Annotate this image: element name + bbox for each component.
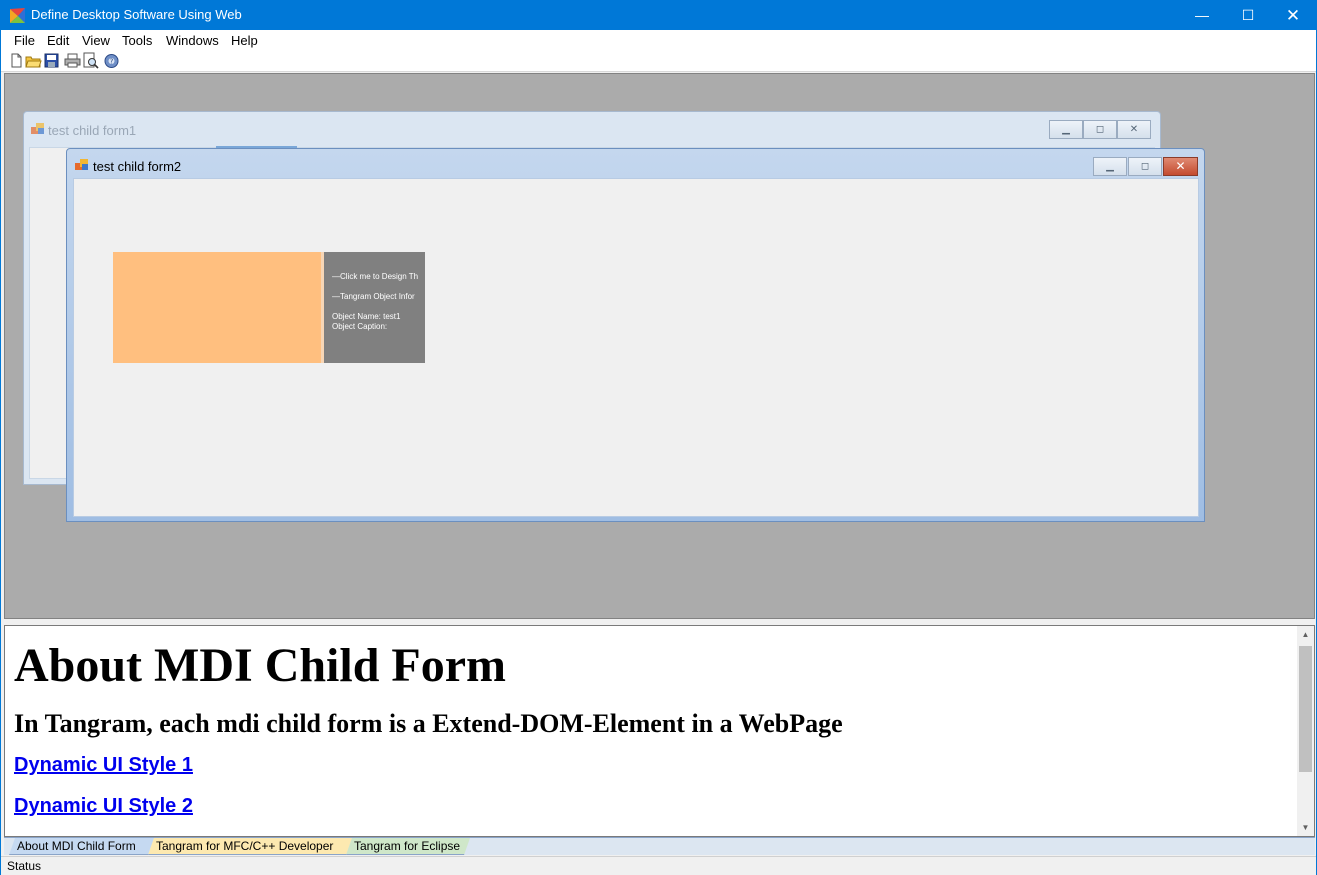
child-form-2[interactable]: test child form2 ▁ ◻ ✕ —Click me to Desi… bbox=[66, 148, 1205, 522]
web-view[interactable]: About MDI Child Form In Tangram, each md… bbox=[4, 625, 1315, 837]
scroll-up-icon[interactable]: ▲ bbox=[1297, 626, 1314, 643]
object-info-text: —Tangram Object Infor bbox=[332, 292, 415, 301]
child-form-1-close-button[interactable]: ✕ bbox=[1117, 120, 1151, 139]
object-info-panel[interactable]: —Click me to Design Th —Tangram Object I… bbox=[324, 252, 425, 363]
scroll-thumb[interactable] bbox=[1299, 646, 1312, 772]
menu-windows[interactable]: Windows bbox=[166, 33, 219, 48]
minimize-button[interactable]: — bbox=[1179, 1, 1225, 30]
scroll-down-icon[interactable]: ▼ bbox=[1297, 819, 1314, 836]
child-form-1-minimize-button[interactable]: ▁ bbox=[1049, 120, 1083, 139]
tab-tangram-eclipse[interactable]: Tangram for Eclipse bbox=[346, 838, 470, 855]
menu-edit[interactable]: Edit bbox=[47, 33, 69, 48]
orange-panel[interactable] bbox=[113, 252, 321, 363]
maximize-button[interactable]: ☐ bbox=[1225, 1, 1271, 30]
design-hint-text[interactable]: —Click me to Design Th bbox=[332, 272, 418, 281]
vertical-scrollbar[interactable]: ▲ ▼ bbox=[1297, 626, 1314, 836]
child-form-1-controls: ▁ ◻ ✕ bbox=[1049, 120, 1153, 139]
main-window: Define Desktop Software Using Web — ☐ ✕ … bbox=[0, 0, 1317, 875]
page-heading: About MDI Child Form bbox=[14, 639, 507, 692]
child-form-2-close-button[interactable]: ✕ bbox=[1163, 157, 1198, 176]
object-name-text: Object Name: test1 bbox=[332, 312, 401, 321]
status-text: Status bbox=[7, 859, 42, 873]
app-logo-icon bbox=[9, 7, 26, 24]
child-form-2-restore-button[interactable]: ◻ bbox=[1128, 157, 1162, 176]
form-icon bbox=[75, 159, 89, 171]
svg-text:?: ? bbox=[110, 58, 114, 66]
menu-help[interactable]: Help bbox=[231, 33, 258, 48]
mdi-client-area[interactable]: test child form1 ▁ ◻ ✕ test child form2 … bbox=[4, 73, 1315, 619]
menu-bar: File Edit View Tools Windows Help bbox=[1, 30, 1316, 51]
print-icon[interactable] bbox=[64, 52, 81, 69]
menu-file[interactable]: File bbox=[14, 33, 35, 48]
status-bar: Status bbox=[1, 856, 1316, 875]
tab-about-mdi-child-form[interactable]: About MDI Child Form bbox=[9, 838, 154, 855]
toolbar: ? bbox=[1, 51, 1316, 72]
child-form-1-restore-button[interactable]: ◻ bbox=[1083, 120, 1117, 139]
close-button[interactable]: ✕ bbox=[1270, 1, 1316, 30]
page-tab-bar: About MDI Child Form Tangram for MFC/C++… bbox=[4, 837, 1315, 855]
save-icon[interactable] bbox=[43, 52, 60, 69]
child-form-2-minimize-button[interactable]: ▁ bbox=[1093, 157, 1127, 176]
form-icon bbox=[31, 123, 45, 135]
print-preview-icon[interactable] bbox=[82, 52, 99, 69]
menu-tools[interactable]: Tools bbox=[122, 33, 152, 48]
object-caption-text: Object Caption: bbox=[332, 322, 388, 331]
menu-view[interactable]: View bbox=[82, 33, 110, 48]
tab-tangram-mfc[interactable]: Tangram for MFC/C++ Developer bbox=[148, 838, 352, 855]
child-form-2-title: test child form2 bbox=[93, 159, 182, 174]
window-title: Define Desktop Software Using Web bbox=[31, 7, 242, 22]
open-icon[interactable] bbox=[25, 52, 42, 69]
new-icon[interactable] bbox=[8, 52, 25, 69]
dynamic-ui-style-2-link[interactable]: Dynamic UI Style 2 bbox=[14, 795, 193, 818]
child-form-1-title: test child form1 bbox=[48, 123, 137, 138]
child-form-2-client: —Click me to Design Th —Tangram Object I… bbox=[73, 178, 1199, 517]
child-form-2-controls: ▁ ◻ ✕ bbox=[1093, 157, 1199, 176]
dynamic-ui-style-1-link[interactable]: Dynamic UI Style 1 bbox=[14, 754, 193, 777]
title-bar[interactable]: Define Desktop Software Using Web — ☐ ✕ bbox=[1, 1, 1316, 30]
page-subheading: In Tangram, each mdi child form is a Ext… bbox=[14, 709, 843, 738]
about-icon[interactable]: ? bbox=[103, 52, 120, 69]
